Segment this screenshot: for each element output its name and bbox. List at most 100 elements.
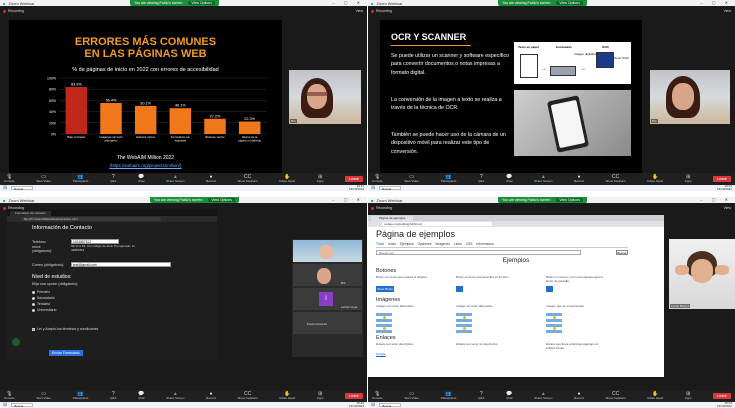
leave-button[interactable]: Leave — [713, 393, 731, 399]
radio-control[interactable] — [32, 296, 35, 300]
share-screen-button[interactable]: ▲ Share Screen — [166, 174, 184, 184]
view-options-button[interactable]: View Options — [556, 1, 583, 5]
view-options-button[interactable]: View Options — [208, 198, 235, 202]
record-button[interactable]: ● Record — [574, 174, 584, 184]
nav-item[interactable]: Imágenes — [435, 242, 449, 246]
browser-tab[interactable]: Página de ejemplos — [371, 215, 414, 221]
window-controls[interactable]: – ▢ ✕ — [332, 197, 364, 202]
page-search-input[interactable]: Buscar por... — [376, 250, 581, 255]
raise-hand-button[interactable]: ✋ Raise Hand — [279, 391, 295, 401]
view-button[interactable]: View — [723, 206, 731, 210]
leave-button[interactable]: Leave — [713, 176, 731, 182]
start-video-button[interactable]: ▭ Start Video — [404, 391, 419, 401]
text-button[interactable]: Texto Botón — [376, 286, 394, 292]
start-video-button[interactable]: ▭ Start Video — [36, 391, 51, 401]
unmute-button[interactable]: 🎙 Unmute — [4, 391, 15, 401]
source-link[interactable]: (https://webaim.org/projects/million/) — [9, 163, 282, 168]
unmute-button[interactable]: 🎙 Unmute — [372, 174, 383, 184]
img-col-1: Imagen con texto alternativo — [376, 304, 414, 308]
share-screen-button[interactable]: ▲ Share Screen — [534, 391, 552, 401]
radio-universitario[interactable]: Universitario — [32, 308, 56, 312]
raise-hand-button[interactable]: ✋ Raise Hand — [647, 391, 663, 401]
chat-button[interactable]: 💬 Chat — [138, 391, 144, 401]
radio-control[interactable] — [32, 308, 35, 312]
window-controls[interactable]: – ▢ ✕ — [700, 197, 732, 202]
email-input[interactable]: test@gmail.com — [71, 262, 171, 267]
qa-button[interactable]: ? Q&A — [478, 174, 484, 184]
windows-start-icon[interactable]: ⊞ — [3, 185, 7, 191]
chat-button[interactable]: 💬 Chat — [138, 174, 144, 184]
nav-item[interactable]: Ejemplos — [400, 242, 414, 246]
apps-button[interactable]: ⊞ Apps — [317, 174, 324, 184]
unmute-button[interactable]: 🎙 Unmute — [4, 174, 15, 184]
qa-button[interactable]: ? Q&A — [110, 391, 116, 401]
windows-start-icon[interactable]: ⊞ — [3, 402, 7, 408]
captions-button[interactable]: CC Show Captions — [238, 391, 258, 401]
view-button[interactable]: View — [723, 9, 731, 13]
taskbar-search[interactable]: Buscar — [379, 186, 401, 191]
windows-start-icon[interactable]: ⊞ — [371, 185, 375, 191]
captions-button[interactable]: CC Show Captions — [606, 174, 626, 184]
icon-only-button[interactable] — [456, 286, 463, 292]
start-video-button[interactable]: ▭ Start Video — [404, 174, 419, 184]
paper-doc-icon — [520, 54, 538, 78]
nav-item[interactable]: Opciones — [418, 242, 432, 246]
radio-control[interactable] — [32, 290, 35, 294]
nav-item[interactable]: Inicio — [388, 242, 396, 246]
window-controls[interactable]: – ▢ ✕ — [700, 0, 732, 5]
start-video-button[interactable]: ▭ Start Video — [36, 174, 51, 184]
apps-button[interactable]: ⊞ Apps — [685, 174, 692, 184]
captions-button[interactable]: CC Show Captions — [606, 391, 626, 401]
taskbar-search[interactable]: Buscar — [11, 403, 33, 408]
speaker-video: Brit — [650, 70, 730, 124]
accept-checkbox[interactable]: Leí y Acepto los términos y condiciones — [32, 327, 98, 331]
nav-item[interactable]: Links — [454, 242, 462, 246]
raise-hand-button[interactable]: ✋ Raise Hand — [279, 174, 295, 184]
url-field[interactable]: file:///C:/Users/Pablo/Desktop/index.htm… — [21, 217, 161, 221]
floating-action-icon[interactable] — [12, 338, 20, 346]
participants-button[interactable]: 👥 Participants — [73, 174, 89, 184]
radio-terciario[interactable]: Terciario — [32, 302, 50, 306]
share-screen-button[interactable]: ▲ Share Screen — [534, 174, 552, 184]
leave-button[interactable]: Leave — [345, 393, 363, 399]
qa-button[interactable]: ? Q&A — [478, 391, 484, 401]
record-button[interactable]: ● Record — [206, 174, 216, 184]
unmute-button[interactable]: 🎙 Unmute — [372, 391, 383, 401]
taskbar-search[interactable]: Buscar — [11, 186, 33, 191]
window-controls[interactable]: – ▢ ✕ — [332, 0, 364, 5]
chat-button[interactable]: 💬 Chat — [506, 391, 512, 401]
radio-secundario[interactable]: Secundario — [32, 296, 55, 300]
windows-start-icon[interactable]: ⊞ — [371, 402, 375, 408]
page-search-button[interactable]: Buscar — [616, 250, 628, 255]
record-button[interactable]: ● Record — [206, 391, 216, 401]
raise-hand-button[interactable]: ✋ Raise Hand — [647, 174, 663, 184]
view-options-button[interactable]: View Options — [188, 1, 215, 5]
participants-button[interactable]: 👥 Participants — [441, 174, 457, 184]
apps-button[interactable]: ⊞ Apps — [685, 391, 692, 401]
participants-button[interactable]: 👥 Participants — [73, 391, 89, 401]
labeled-icon-button[interactable] — [546, 286, 553, 292]
apps-button[interactable]: ⊞ Apps — [317, 391, 324, 401]
checkbox-control[interactable] — [32, 327, 35, 331]
google-link[interactable]: Google — [376, 352, 436, 357]
browser-tab[interactable]: Formulario de contacto — [10, 210, 51, 216]
nav-item[interactable]: Título — [376, 242, 384, 246]
share-screen-button[interactable]: ▲ Share Screen — [166, 391, 184, 401]
captions-button[interactable]: CC Show Captions — [238, 174, 258, 184]
url-field[interactable]: codepen.io/pablolg/full/lorem — [382, 222, 492, 226]
radio-control[interactable] — [32, 302, 35, 306]
view-options-button[interactable]: View Options — [556, 198, 583, 202]
radio-primario[interactable]: Primario — [32, 290, 50, 294]
bar-value-label: 46.1% — [175, 104, 186, 108]
view-button[interactable]: View — [355, 9, 363, 13]
nav-item[interactable]: CSS — [466, 242, 473, 246]
send-form-button[interactable]: Enviar Formulario — [49, 350, 83, 356]
leave-button[interactable]: Leave — [345, 176, 363, 182]
record-button[interactable]: ● Record — [574, 391, 584, 401]
nav-item[interactable]: Información — [476, 242, 493, 246]
botones-col-1: Botón con texto que explica el objetivo — [376, 275, 428, 279]
qa-button[interactable]: ? Q&A — [110, 174, 116, 184]
chat-button[interactable]: 💬 Chat — [506, 174, 512, 184]
taskbar-search[interactable]: Buscar — [379, 403, 401, 408]
participants-button[interactable]: 👥 Participants — [441, 391, 457, 401]
